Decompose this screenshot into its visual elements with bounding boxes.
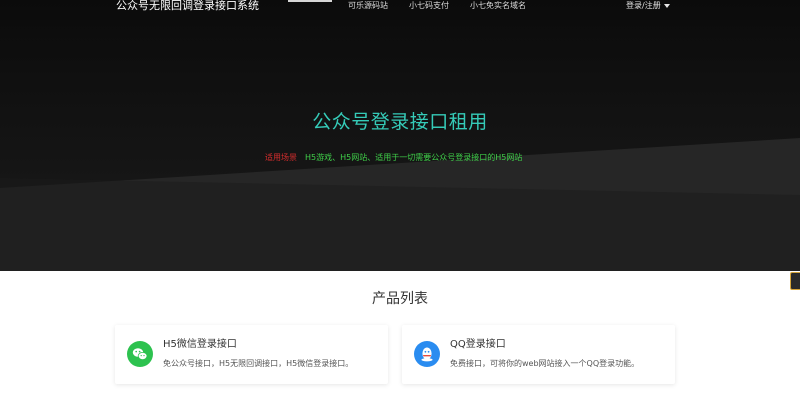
hero-title: 公众号登录接口租用 [312,111,488,133]
side-float-tab[interactable] [790,272,800,290]
product-card-title: QQ登录接口 [450,339,506,350]
products-section-title: 产品列表 [372,291,428,307]
product-card-qq[interactable]: QQ登录接口 免费接口，可将你的web网站接入一个QQ登录功能。 [402,325,675,384]
product-card-desc: 免公众号接口，H5无限回调接口，H5微信登录接口。 [163,359,354,368]
product-card-wechat[interactable]: H5微信登录接口 免公众号接口，H5无限回调接口，H5微信登录接口。 [115,325,388,384]
site-brand[interactable]: 公众号无限回调登录接口系统 [116,0,259,12]
wechat-icon [127,341,153,367]
login-register-menu[interactable]: 登录/注册 [626,1,670,10]
hero-subtitle: 适用场景 H5游戏、H5网站、适用于一切需要公众号登录接口的H5网站 [265,153,522,163]
nav-item-pay[interactable]: 小七码支付 [409,1,449,10]
product-card-title: H5微信登录接口 [163,339,237,350]
hero-banner: 公众号无限回调登录接口系统 可乐源码站 小七码支付 小七免实名域名 登录/注册 … [0,0,800,271]
nav-item-domain[interactable]: 小七免实名域名 [470,1,526,10]
login-register-label: 登录/注册 [626,1,661,10]
hero-slant-shape-secondary [0,178,800,271]
nav-item-kele[interactable]: 可乐源码站 [348,1,388,10]
hero-subtitle-text: H5游戏、H5网站、适用于一切需要公众号登录接口的H5网站 [305,153,523,162]
caret-down-icon [663,3,670,8]
nav-active-indicator [288,0,332,2]
hero-subtitle-label: 适用场景 [265,153,297,162]
product-card-desc: 免费接口，可将你的web网站接入一个QQ登录功能。 [450,359,640,368]
qq-icon [414,341,440,367]
